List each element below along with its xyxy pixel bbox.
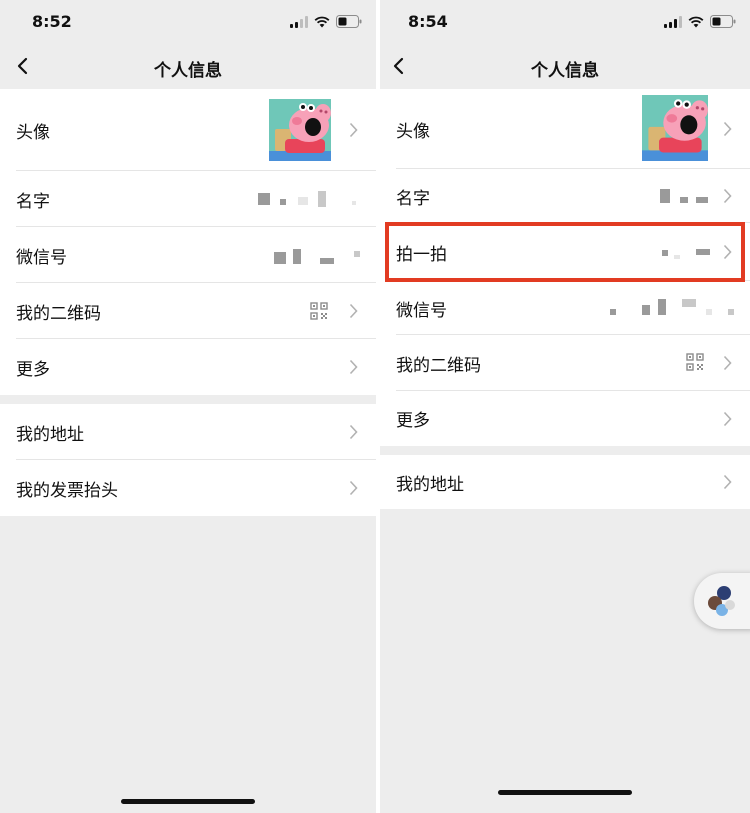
chevron-right-icon xyxy=(349,424,358,440)
status-icons xyxy=(664,15,736,28)
row-my-qr-code[interactable]: 我的二维码 xyxy=(380,335,750,391)
chevron-right-icon xyxy=(723,411,732,426)
row-name[interactable]: 名字 xyxy=(380,169,750,223)
avatar[interactable] xyxy=(642,95,708,161)
row-label: 我的二维码 xyxy=(396,355,481,376)
home-indicator xyxy=(121,799,255,804)
chevron-right-icon xyxy=(723,474,732,490)
row-my-address[interactable]: 我的地址 xyxy=(380,455,750,509)
row-label: 头像 xyxy=(396,121,430,142)
row-more[interactable]: 更多 xyxy=(0,339,376,395)
row-label: 我的发票抬头 xyxy=(16,480,118,501)
left-phone-screen: 8:52 个人信息 头像 名字 微信号 我的二维码 更多 我的地址 我的发票抬头 xyxy=(0,0,376,813)
status-bar: 8:52 xyxy=(0,0,376,44)
profile-group: 头像 名字 xyxy=(0,89,376,395)
chevron-right-icon xyxy=(723,121,732,137)
row-label: 我的二维码 xyxy=(16,303,101,324)
floating-window-icon xyxy=(708,586,735,616)
status-bar: 8:54 xyxy=(380,0,750,44)
row-my-qr-code[interactable]: 我的二维码 xyxy=(0,283,376,339)
chevron-right-icon xyxy=(349,480,358,496)
qr-code-icon xyxy=(686,353,704,371)
status-time: 8:54 xyxy=(408,12,448,31)
floating-window-button[interactable] xyxy=(694,573,750,629)
row-label: 名字 xyxy=(396,188,430,209)
wifi-icon xyxy=(688,16,704,28)
nav-bar: 个人信息 xyxy=(0,44,376,89)
row-my-address[interactable]: 我的地址 xyxy=(0,404,376,460)
address-group: 我的地址 xyxy=(380,455,750,509)
row-label: 微信号 xyxy=(396,300,447,321)
row-more[interactable]: 更多 xyxy=(380,391,750,446)
address-group: 我的地址 我的发票抬头 xyxy=(0,404,376,516)
row-name[interactable]: 名字 xyxy=(0,171,376,227)
row-label: 更多 xyxy=(16,359,50,380)
chevron-right-icon xyxy=(349,303,358,319)
avatar[interactable] xyxy=(269,99,331,161)
row-my-invoice-title[interactable]: 我的发票抬头 xyxy=(0,460,376,516)
nav-bar: 个人信息 xyxy=(380,44,750,89)
qr-code-icon xyxy=(310,302,328,320)
signal-icon xyxy=(664,15,682,28)
battery-icon xyxy=(710,15,736,28)
row-label: 我的地址 xyxy=(16,424,84,445)
row-label: 头像 xyxy=(16,122,50,143)
page-title: 个人信息 xyxy=(531,61,599,81)
status-icons xyxy=(290,15,362,28)
home-indicator xyxy=(498,790,632,795)
page-title: 个人信息 xyxy=(154,61,222,81)
row-label: 我的地址 xyxy=(396,474,464,495)
battery-icon xyxy=(336,15,362,28)
highlight-box xyxy=(385,222,745,282)
row-avatar[interactable]: 头像 xyxy=(380,89,750,169)
row-label: 名字 xyxy=(16,191,50,212)
chevron-right-icon xyxy=(349,122,358,138)
row-wechat-id[interactable]: 微信号 xyxy=(0,227,376,283)
chevron-right-icon xyxy=(723,355,732,371)
status-time: 8:52 xyxy=(32,12,72,31)
signal-icon xyxy=(290,15,308,28)
chevron-right-icon xyxy=(349,359,358,375)
chevron-right-icon xyxy=(723,188,732,204)
row-label: 更多 xyxy=(396,411,430,431)
row-avatar[interactable]: 头像 xyxy=(0,89,376,171)
row-label: 微信号 xyxy=(16,247,67,268)
wifi-icon xyxy=(314,16,330,28)
row-wechat-id[interactable]: 微信号 xyxy=(380,281,750,335)
right-phone-screen: 8:54 个人信息 头像 名字 拍一拍 微信号 我的二维码 更多 我的地址 xyxy=(380,0,750,813)
